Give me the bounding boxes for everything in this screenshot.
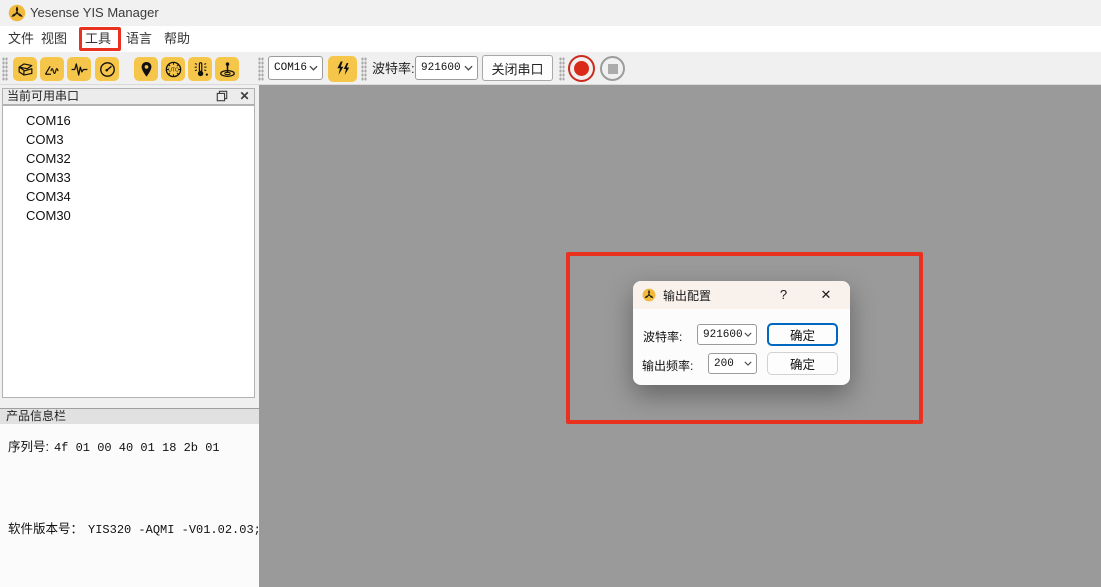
tool-button-waveform[interactable] — [67, 57, 91, 81]
tool-button-angle-wave[interactable] — [40, 57, 64, 81]
location-pin-icon — [137, 60, 156, 79]
dialog-close-icon[interactable]: ✕ — [818, 281, 834, 309]
software-version-value: YIS320 -AQMI -V01.02.03; — [88, 523, 261, 537]
software-version-row: 软件版本号： YIS320 -AQMI -V01.02.03; — [8, 518, 261, 537]
gauge-icon — [98, 60, 117, 79]
dialog-baud-rate-value: 921600 — [698, 329, 744, 341]
list-item-port[interactable]: COM32 — [3, 149, 254, 168]
list-item-port[interactable]: COM30 — [3, 206, 254, 225]
toolbar-drag-handle[interactable] — [559, 57, 565, 81]
record-icon — [574, 61, 589, 76]
application-window: Yesense YIS Manager 文件 视图 工具 语言 帮助 — [0, 0, 1101, 587]
serial-number-row: 序列号: 4f 01 00 40 01 18 2b 01 — [8, 436, 220, 455]
app-logo-icon — [8, 4, 26, 22]
tool-button-utc-clock[interactable]: UTC — [161, 57, 185, 81]
menu-item-view[interactable]: 视图 — [37, 26, 71, 52]
output-config-dialog: 输出配置 ? ✕ 波特率: 921600 确定 输出频率: 200 确定 — [633, 281, 850, 385]
dock-panel-header: 当前可用串口 ✕ — [2, 88, 255, 105]
chevron-down-icon — [464, 65, 473, 71]
toolbar-drag-handle[interactable] — [258, 57, 264, 81]
tool-button-pin-pad[interactable] — [215, 57, 239, 81]
menu-bar: 文件 视图 工具 语言 帮助 — [0, 26, 1101, 52]
angle-waveform-icon — [43, 60, 62, 79]
double-lightning-icon — [334, 60, 352, 78]
float-window-icon — [216, 90, 228, 102]
utc-clock-icon: UTC — [164, 60, 183, 79]
port-select-value: COM16 — [269, 62, 309, 74]
dialog-output-rate-select[interactable]: 200 — [708, 353, 757, 374]
available-ports-list[interactable]: COM16 COM3 COM32 COM33 COM34 COM30 — [2, 105, 255, 398]
dialog-output-ok-button[interactable]: 确定 — [767, 352, 838, 375]
list-item-port[interactable]: COM34 — [3, 187, 254, 206]
toolbar-drag-handle[interactable] — [361, 57, 367, 81]
record-button[interactable] — [568, 55, 595, 82]
svg-text:UTC: UTC — [168, 67, 179, 73]
pin-pad-icon — [218, 60, 237, 79]
tool-button-thermometer[interactable] — [188, 57, 212, 81]
dialog-title-bar[interactable]: 输出配置 ? ✕ — [633, 281, 850, 309]
red-highlight-box-tools-menu — [79, 27, 121, 51]
ports-panel-title: 当前可用串口 — [7, 89, 79, 104]
chevron-down-icon — [744, 361, 752, 366]
serial-number-label: 序列号: — [8, 440, 49, 454]
dialog-baud-rate-select[interactable]: 921600 — [697, 324, 757, 345]
menu-item-help[interactable]: 帮助 — [160, 26, 194, 52]
waveform-icon — [70, 60, 89, 79]
dialog-output-rate-label: 输出频率: — [642, 357, 693, 374]
close-serial-port-button[interactable]: 关闭串口 — [482, 55, 553, 81]
list-item-port[interactable]: COM3 — [3, 130, 254, 149]
menu-item-language[interactable]: 语言 — [122, 26, 156, 52]
baud-rate-label: 波特率: — [372, 52, 415, 85]
chevron-down-icon — [309, 65, 318, 71]
stop-button[interactable] — [600, 56, 625, 81]
dialog-title: 输出配置 — [663, 287, 711, 304]
list-item-port[interactable]: COM33 — [3, 168, 254, 187]
tool-button-gauge[interactable] — [95, 57, 119, 81]
baud-rate-value: 921600 — [416, 62, 464, 74]
product-info-header: 产品信息栏 — [0, 408, 259, 424]
app-logo-icon — [642, 288, 656, 302]
cube-3d-icon — [16, 60, 35, 79]
dialog-baud-ok-button[interactable]: 确定 — [767, 323, 838, 346]
toolbar: UTC COM16 — [0, 52, 1101, 85]
dialog-output-rate-value: 200 — [709, 358, 744, 370]
refresh-ports-button[interactable] — [328, 56, 357, 82]
serial-ports-panel: 当前可用串口 ✕ COM16 COM3 COM32 COM33 COM34 CO… — [0, 85, 259, 587]
serial-number-value: 4f 01 00 40 01 18 2b 01 — [54, 441, 220, 455]
toolbar-drag-handle[interactable] — [2, 57, 8, 81]
dialog-baud-rate-label: 波特率: — [643, 328, 682, 345]
dialog-help-button[interactable]: ? — [777, 281, 790, 309]
product-info-body: 序列号: 4f 01 00 40 01 18 2b 01 软件版本号： YIS320… — [0, 424, 259, 587]
baud-rate-select[interactable]: 921600 — [415, 56, 478, 80]
tool-button-location[interactable] — [134, 57, 158, 81]
port-select[interactable]: COM16 — [268, 56, 323, 80]
float-panel-button[interactable] — [215, 90, 229, 103]
thermometer-vibration-icon — [191, 60, 210, 79]
chevron-down-icon — [744, 332, 752, 337]
tool-button-3d-view[interactable] — [13, 57, 37, 81]
stop-icon — [608, 64, 618, 74]
window-title: Yesense YIS Manager — [30, 0, 159, 26]
title-bar: Yesense YIS Manager — [0, 0, 1101, 26]
close-panel-icon[interactable]: ✕ — [237, 89, 252, 104]
menu-item-file[interactable]: 文件 — [4, 26, 38, 52]
software-version-label: 软件版本号： — [8, 522, 83, 536]
list-item-port[interactable]: COM16 — [3, 111, 254, 130]
